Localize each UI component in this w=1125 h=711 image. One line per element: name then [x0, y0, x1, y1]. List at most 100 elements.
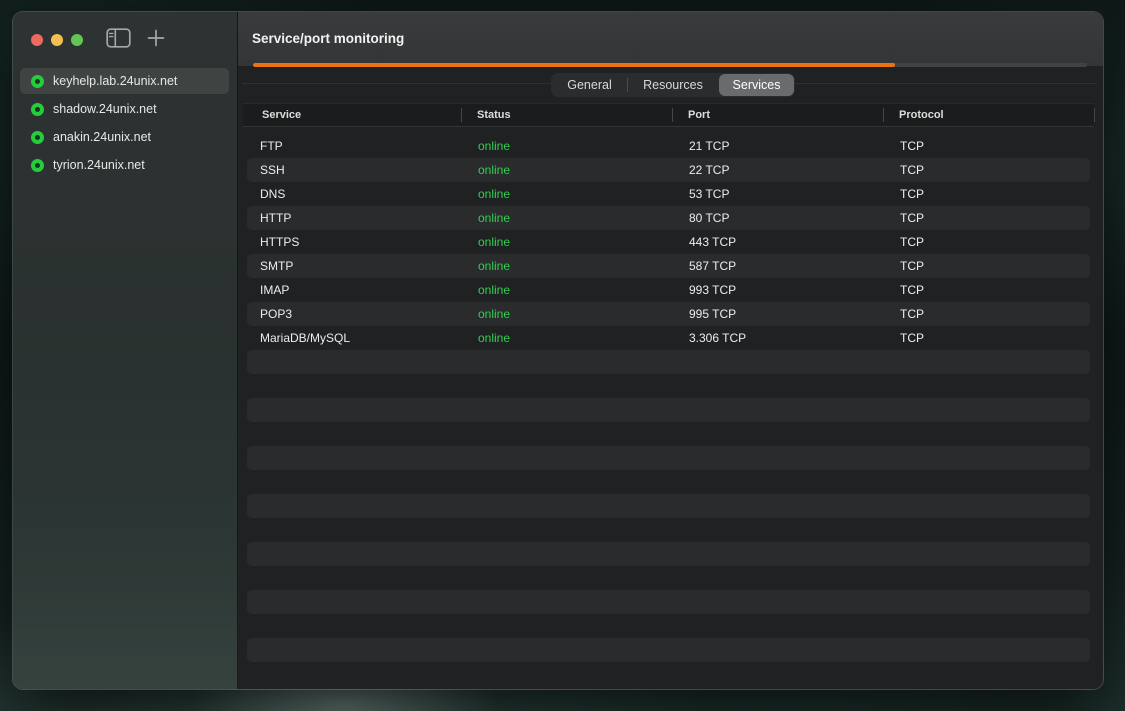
cell-status: online — [465, 235, 676, 249]
sidebar-item-shadow[interactable]: shadow.24unix.net — [20, 96, 229, 122]
content-titlebar: Service/port monitoring — [238, 12, 1103, 66]
sidebar: keyhelp.lab.24unix.net shadow.24unix.net… — [13, 12, 238, 689]
tab-general[interactable]: General — [552, 74, 627, 96]
toggle-sidebar-icon[interactable] — [106, 28, 131, 53]
column-header-label: Status — [477, 109, 511, 121]
column-header-label: Service — [262, 109, 301, 121]
cell-port: 53 TCP — [676, 187, 887, 201]
table-row-https[interactable]: HTTPS online 443 TCP TCP — [247, 230, 1090, 254]
cell-status: online — [465, 163, 676, 177]
table-row-ftp[interactable]: FTP online 21 TCP TCP — [247, 134, 1090, 158]
table-row-http[interactable]: HTTP online 80 TCP TCP — [247, 206, 1090, 230]
cell-service: HTTPS — [247, 235, 465, 249]
cell-port: 443 TCP — [676, 235, 887, 249]
table-row-empty[interactable] — [247, 542, 1090, 566]
cell-service: HTTP — [247, 211, 465, 225]
cell-protocol: TCP — [887, 139, 1090, 153]
cell-protocol: TCP — [887, 211, 1090, 225]
cell-status: online — [465, 307, 676, 321]
table-row-dns[interactable]: DNS online 53 TCP TCP — [247, 182, 1090, 206]
cell-protocol: TCP — [887, 187, 1090, 201]
cell-protocol: TCP — [887, 307, 1090, 321]
column-separator — [1094, 108, 1095, 122]
cell-service: SSH — [247, 163, 465, 177]
add-server-icon[interactable] — [147, 29, 165, 52]
cell-status: online — [465, 211, 676, 225]
cell-service: POP3 — [247, 307, 465, 321]
cell-service: IMAP — [247, 283, 465, 297]
column-header-protocol[interactable]: Protocol — [883, 104, 1094, 126]
tab-services[interactable]: Services — [719, 74, 794, 96]
table-row-empty[interactable] — [247, 470, 1090, 494]
table-row-ssh[interactable]: SSH online 22 TCP TCP — [247, 158, 1090, 182]
cell-service: MariaDB/MySQL — [247, 331, 465, 345]
column-separator — [883, 108, 884, 122]
table-row-empty[interactable] — [247, 374, 1090, 398]
server-status-dot-icon — [31, 131, 44, 144]
tab-resources[interactable]: Resources — [627, 74, 719, 96]
column-separator — [461, 108, 462, 122]
table-row-imap[interactable]: IMAP online 993 TCP TCP — [247, 278, 1090, 302]
monitoring-progress-bar — [253, 63, 1087, 67]
cell-status: online — [465, 139, 676, 153]
table-row-empty[interactable] — [247, 614, 1090, 638]
sidebar-item-keyhelp[interactable]: keyhelp.lab.24unix.net — [20, 68, 229, 94]
traffic-lights — [31, 34, 83, 46]
zoom-button[interactable] — [71, 34, 83, 46]
cell-port: 22 TCP — [676, 163, 887, 177]
cell-protocol: TCP — [887, 235, 1090, 249]
server-status-dot-icon — [31, 75, 44, 88]
progress-fill — [253, 63, 895, 67]
table-row-empty[interactable] — [247, 422, 1090, 446]
app-window: keyhelp.lab.24unix.net shadow.24unix.net… — [13, 12, 1103, 689]
server-list: keyhelp.lab.24unix.net shadow.24unix.net… — [20, 68, 229, 180]
table-row-empty[interactable] — [247, 566, 1090, 590]
table-row-empty[interactable] — [247, 638, 1090, 662]
table-row-empty[interactable] — [247, 446, 1090, 470]
table-header: Service Status Port Protocol — [243, 103, 1094, 127]
content-pane: Service/port monitoring General Resource… — [238, 12, 1103, 689]
sidebar-item-tyrion[interactable]: tyrion.24unix.net — [20, 152, 229, 178]
table-row-empty[interactable] — [247, 494, 1090, 518]
table-row-empty[interactable] — [247, 350, 1090, 374]
page-title: Service/port monitoring — [252, 12, 404, 66]
table-row-empty[interactable] — [247, 518, 1090, 542]
cell-status: online — [465, 187, 676, 201]
column-separator — [672, 108, 673, 122]
server-status-dot-icon — [31, 103, 44, 116]
cell-service: FTP — [247, 139, 465, 153]
column-header-status[interactable]: Status — [461, 104, 672, 126]
cell-protocol: TCP — [887, 331, 1090, 345]
sidebar-item-label: anakin.24unix.net — [53, 130, 151, 144]
service-table-body: FTP online 21 TCP TCP SSH online 22 TCP … — [247, 134, 1090, 686]
table-row-empty[interactable] — [247, 398, 1090, 422]
table-row-empty[interactable] — [247, 590, 1090, 614]
tab-bar: General Resources Services — [551, 73, 795, 97]
table-row-pop3[interactable]: POP3 online 995 TCP TCP — [247, 302, 1090, 326]
sidebar-item-label: keyhelp.lab.24unix.net — [53, 74, 177, 88]
table-row-smtp[interactable]: SMTP online 587 TCP TCP — [247, 254, 1090, 278]
column-header-service[interactable]: Service — [243, 104, 461, 126]
close-button[interactable] — [31, 34, 43, 46]
cell-status: online — [465, 331, 676, 345]
table-row-empty[interactable] — [247, 662, 1090, 686]
tab-label: Services — [733, 78, 781, 92]
cell-port: 587 TCP — [676, 259, 887, 273]
column-header-port[interactable]: Port — [672, 104, 883, 126]
cell-protocol: TCP — [887, 163, 1090, 177]
cell-port: 3.306 TCP — [676, 331, 887, 345]
tab-label: General — [567, 78, 611, 92]
cell-service: DNS — [247, 187, 465, 201]
tab-label: Resources — [643, 78, 703, 92]
server-status-dot-icon — [31, 159, 44, 172]
minimize-button[interactable] — [51, 34, 63, 46]
cell-protocol: TCP — [887, 259, 1090, 273]
sidebar-item-anakin[interactable]: anakin.24unix.net — [20, 124, 229, 150]
cell-status: online — [465, 259, 676, 273]
table-row-mariadb-mysql[interactable]: MariaDB/MySQL online 3.306 TCP TCP — [247, 326, 1090, 350]
cell-port: 80 TCP — [676, 211, 887, 225]
cell-port: 995 TCP — [676, 307, 887, 321]
cell-service: SMTP — [247, 259, 465, 273]
tab-separator — [627, 78, 628, 92]
sidebar-item-label: tyrion.24unix.net — [53, 158, 145, 172]
